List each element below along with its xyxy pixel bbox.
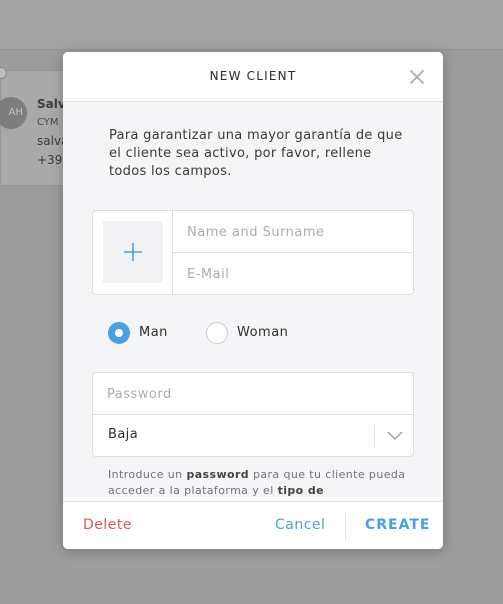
radio-label-man: Man — [139, 325, 168, 340]
email-field[interactable] — [187, 263, 407, 285]
avatar: AH — [0, 97, 27, 129]
card-handle — [0, 67, 7, 79]
radio-dot — [115, 329, 123, 337]
divider — [374, 425, 375, 447]
new-client-modal: NEW CLIENT Para garantizar una mayor gar… — [63, 52, 443, 549]
delete-button[interactable]: Delete — [83, 517, 132, 533]
plus-icon — [124, 243, 142, 261]
create-button[interactable]: CREATE — [365, 517, 430, 533]
divider — [345, 512, 346, 540]
password-field[interactable] — [107, 383, 397, 405]
identity-fields — [92, 210, 414, 295]
level-select-value: Baja — [108, 427, 139, 442]
background-topbar — [0, 0, 503, 50]
hint-text: Introduce un — [108, 468, 187, 481]
modal-title: NEW CLIENT — [209, 69, 297, 83]
modal-footer: Delete Cancel CREATE — [63, 501, 443, 549]
access-fields: Baja — [92, 372, 414, 457]
cancel-button[interactable]: Cancel — [275, 517, 325, 533]
divider — [173, 252, 414, 253]
name-field[interactable] — [187, 221, 407, 243]
radio-button — [206, 322, 228, 344]
password-hint: Introduce un password para que tu client… — [108, 467, 408, 499]
radio-button-selected — [108, 322, 130, 344]
radio-label-woman: Woman — [237, 325, 289, 340]
hint-bold: password — [186, 468, 250, 481]
add-photo-button[interactable] — [103, 221, 163, 283]
close-icon[interactable] — [409, 69, 425, 85]
hint-bold: tipo de — [277, 484, 324, 497]
modal-header: NEW CLIENT — [63, 52, 443, 102]
gender-radio-man[interactable]: Man — [108, 322, 188, 344]
intro-text: Para garantizar una mayor garantía de qu… — [109, 128, 403, 179]
chevron-down-icon — [387, 431, 403, 441]
level-select[interactable]: Baja — [93, 415, 413, 456]
gender-radio-woman[interactable]: Woman — [206, 322, 316, 344]
